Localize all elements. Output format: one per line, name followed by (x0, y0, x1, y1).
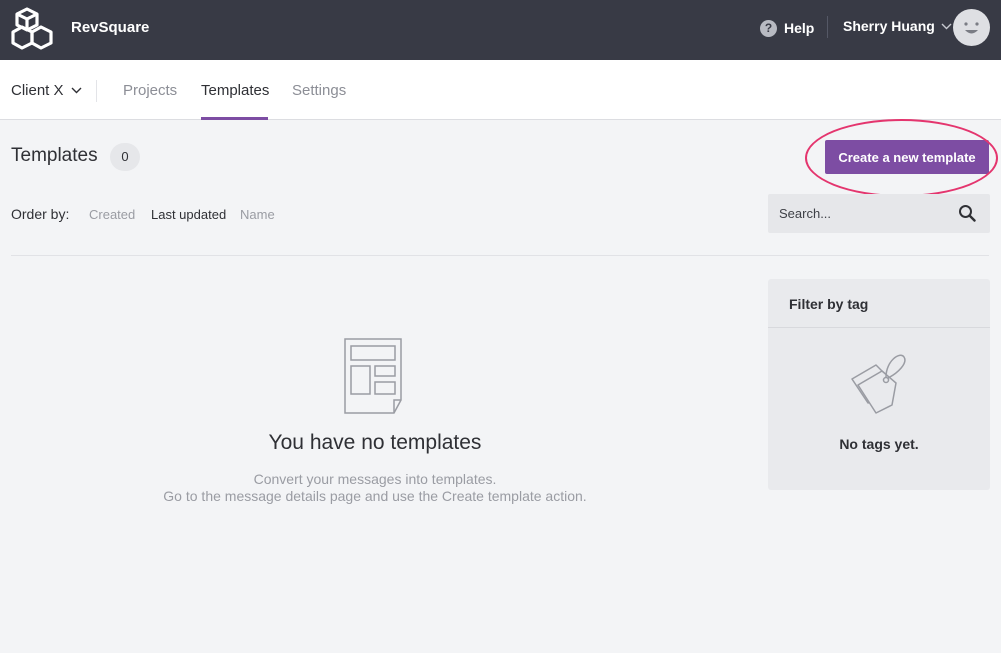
logo-cubes-icon[interactable] (11, 6, 57, 50)
filter-panel-title: Filter by tag (789, 296, 869, 312)
brand-name: RevSquare (71, 19, 150, 36)
order-by-label: Order by: (11, 206, 70, 222)
order-option-created[interactable]: Created (89, 207, 135, 222)
top-bar: RevSquare ? Help Sherry Huang (0, 0, 1001, 60)
help-link[interactable]: ? Help (760, 17, 814, 39)
content-divider (11, 255, 989, 256)
subnav-divider (96, 80, 97, 102)
sub-nav: Client X Projects Templates Settings (0, 60, 1001, 120)
chevron-down-icon (941, 23, 952, 29)
tab-templates[interactable]: Templates (201, 82, 269, 99)
filter-panel-divider (768, 327, 990, 328)
template-document-icon (344, 338, 402, 414)
page-title: Templates (11, 145, 98, 166)
active-tab-indicator (201, 117, 268, 120)
user-menu[interactable]: Sherry Huang (843, 18, 952, 34)
empty-state-description: Convert your messages into templates. Go… (125, 471, 625, 505)
help-icon: ? (760, 19, 777, 37)
avatar[interactable] (953, 9, 990, 46)
empty-state-title: You have no templates (268, 431, 482, 454)
create-template-button[interactable]: Create a new template (825, 140, 989, 174)
search-input[interactable] (768, 194, 948, 233)
no-tags-message: No tags yet. (839, 436, 919, 452)
chevron-down-icon (71, 87, 82, 94)
user-name: Sherry Huang (843, 18, 935, 34)
search-box (768, 194, 990, 233)
client-name: Client X (11, 82, 64, 99)
order-option-name[interactable]: Name (240, 207, 275, 222)
template-count-badge: 0 (110, 143, 140, 171)
search-icon[interactable] (958, 204, 976, 222)
empty-state-line-2: Go to the message details page and use t… (163, 488, 587, 504)
help-label: Help (784, 20, 815, 36)
topbar-divider (827, 16, 828, 38)
tag-icon (851, 354, 906, 414)
filter-by-tag-panel: Filter by tag No tags yet. (768, 279, 990, 490)
order-option-last-updated[interactable]: Last updated (151, 207, 226, 222)
tab-settings[interactable]: Settings (292, 82, 346, 99)
avatar-face-icon (964, 22, 979, 34)
tab-projects[interactable]: Projects (123, 82, 177, 99)
client-switcher[interactable]: Client X (11, 82, 82, 99)
empty-state-line-1: Convert your messages into templates. (253, 471, 497, 487)
